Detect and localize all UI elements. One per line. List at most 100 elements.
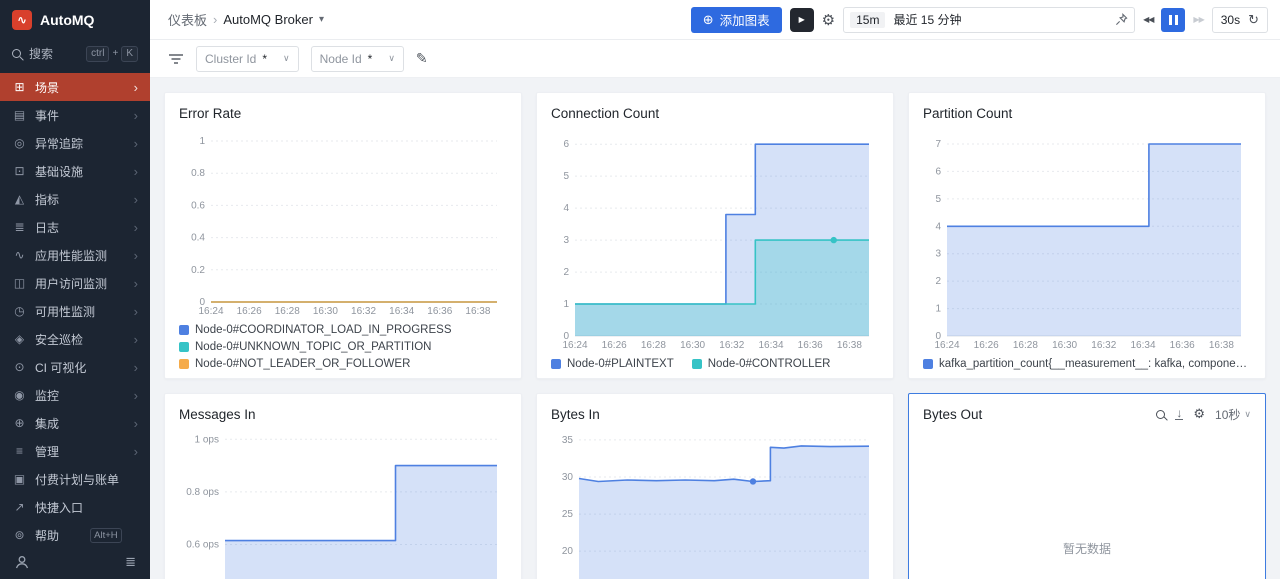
- chart-canvas[interactable]: 1 ops0.8 ops0.6 ops0.4 ops16:2416:2616:2…: [179, 426, 507, 579]
- chart-canvas[interactable]: 00.20.40.60.8116:2416:2616:2816:3016:321…: [179, 125, 507, 318]
- svg-text:1: 1: [935, 304, 941, 315]
- breadcrumb-current[interactable]: AutoMQ Broker: [223, 12, 313, 27]
- svg-text:3: 3: [935, 249, 941, 260]
- sidebar-item-availability[interactable]: ◷ 可用性监测 ›: [0, 297, 150, 325]
- sidebar-item-apm[interactable]: ∿ 应用性能监测 ›: [0, 241, 150, 269]
- panel-header: Partition Count: [923, 103, 1251, 123]
- svg-text:30: 30: [562, 472, 574, 483]
- sidebar-item-billing[interactable]: ▣ 付费计划与账单 ›: [0, 465, 150, 493]
- sidebar-item-help[interactable]: ⊚ 帮助 Alt+H ›: [0, 521, 150, 545]
- svg-text:16:38: 16:38: [837, 340, 862, 351]
- legend-item[interactable]: kafka_partition_count{__measurement__: k…: [923, 358, 1251, 370]
- breadcrumb-root[interactable]: 仪表板: [168, 10, 207, 29]
- pin-icon[interactable]: [1115, 13, 1128, 26]
- pause-button[interactable]: [1161, 8, 1185, 32]
- quick-entry-icon: ↗: [12, 500, 27, 514]
- kbd-plus: +: [112, 48, 118, 59]
- svg-text:16:32: 16:32: [351, 306, 376, 317]
- sidebar-search[interactable]: 搜索 ctrl + K: [0, 38, 150, 69]
- legend-item[interactable]: Node-0#PLAINTEXT: [551, 358, 674, 370]
- node-id-label: Node Id: [320, 52, 362, 66]
- cluster-id-value: *: [262, 52, 267, 66]
- svg-text:0.8 ops: 0.8 ops: [186, 487, 219, 498]
- sidebar-item-user-access[interactable]: ◫ 用户访问监测 ›: [0, 269, 150, 297]
- sidebar-item-tracing[interactable]: ◎ 异常追踪 ›: [0, 129, 150, 157]
- sidebar-item-label: 帮助: [35, 527, 59, 544]
- svg-text:25: 25: [562, 509, 574, 520]
- sidebar-item-metrics[interactable]: ◭ 指标 ›: [0, 185, 150, 213]
- refresh-interval-select[interactable]: 30s ↻: [1212, 7, 1268, 33]
- refresh-icon[interactable]: ↻: [1248, 12, 1259, 28]
- sidebar-item-integration[interactable]: ⊕ 集成 ›: [0, 409, 150, 437]
- sidebar-item-logs[interactable]: ≣ 日志 ›: [0, 213, 150, 241]
- legend-item[interactable]: Node-0#NOT_LEADER_OR_FOLLOWER: [179, 358, 410, 370]
- legend-swatch: [692, 359, 702, 369]
- svg-text:1 ops: 1 ops: [195, 434, 219, 445]
- sidebar-item-infrastructure[interactable]: ⊡ 基础设施 ›: [0, 157, 150, 185]
- filter-icon[interactable]: [168, 52, 184, 66]
- sidebar-item-management[interactable]: ≡ 管理 ›: [0, 437, 150, 465]
- legend-item[interactable]: Node-0#CONTROLLER: [692, 358, 831, 370]
- sidebar-item-label: 基础设施: [35, 163, 83, 180]
- cluster-id-select[interactable]: Cluster Id * ∨: [196, 46, 299, 72]
- time-range-picker[interactable]: 15m 最近 15 分钟: [843, 7, 1135, 33]
- sidebar: ∿ AutoMQ 搜索 ctrl + K ⊞ 场景 › ▤ 事件 › ◎ 异常追…: [0, 0, 150, 579]
- search-label: 搜索: [29, 45, 53, 62]
- menu-list-icon[interactable]: ≣: [125, 554, 136, 570]
- legend-swatch: [179, 342, 189, 352]
- logo[interactable]: ∿ AutoMQ: [0, 0, 150, 38]
- player-icon[interactable]: ▶: [790, 8, 814, 32]
- chevron-right-icon: ›: [134, 360, 138, 375]
- sidebar-item-label: 事件: [35, 107, 59, 124]
- metrics-icon: ◭: [12, 192, 27, 206]
- add-chart-button[interactable]: ⊕ 添加图表: [691, 7, 782, 33]
- node-id-select[interactable]: Node Id * ∨: [311, 46, 404, 72]
- download-icon[interactable]: ↓: [1175, 408, 1183, 420]
- svg-text:16:36: 16:36: [427, 306, 452, 317]
- sidebar-item-ci[interactable]: ⊙ CI 可视化 ›: [0, 353, 150, 381]
- sidebar-item-monitoring[interactable]: ◉ 监控 ›: [0, 381, 150, 409]
- fast-forward-icon[interactable]: ▶▶: [1193, 15, 1203, 24]
- sidebar-item-events[interactable]: ▤ 事件 ›: [0, 101, 150, 129]
- svg-text:16:34: 16:34: [1130, 340, 1155, 351]
- panel-title: Bytes Out: [923, 407, 982, 422]
- screens-icon: ⊞: [12, 80, 27, 94]
- sidebar-item-quick-entry[interactable]: ↗ 快捷入口 ›: [0, 493, 150, 521]
- chevron-down-icon[interactable]: ▾: [319, 14, 324, 25]
- edit-filters-icon[interactable]: ✎: [416, 50, 428, 67]
- svg-text:16:24: 16:24: [934, 340, 959, 351]
- sidebar-item-security[interactable]: ◈ 安全巡检 ›: [0, 325, 150, 353]
- settings-gear-icon[interactable]: ⚙: [822, 11, 835, 29]
- chart-canvas[interactable]: 0123456716:2416:2616:2816:3016:3216:3416…: [923, 125, 1251, 352]
- automq-logo-icon: ∿: [12, 10, 32, 30]
- interval-select[interactable]: 10秒 ∨: [1215, 406, 1251, 423]
- sidebar-item-scenes[interactable]: ⊞ 场景 ›: [0, 73, 150, 101]
- legend-item[interactable]: Node-0#UNKNOWN_TOPIC_OR_PARTITION: [179, 341, 431, 353]
- sidebar-item-label: 场景: [35, 79, 59, 96]
- svg-text:16:26: 16:26: [974, 340, 999, 351]
- chart-canvas[interactable]: 353025201516:2416:2616:2816:3016:3216:34…: [551, 426, 879, 579]
- chart-legend: Node-0#COORDINATOR_LOAD_IN_PROGRESS Node-…: [179, 324, 507, 370]
- chevron-right-icon: ›: [134, 416, 138, 431]
- svg-text:4: 4: [935, 221, 941, 232]
- security-icon: ◈: [12, 332, 27, 346]
- interval-value: 10秒: [1215, 406, 1240, 423]
- ci-icon: ⊙: [12, 360, 27, 374]
- time-range-badge: 15m: [850, 12, 885, 28]
- rewind-icon[interactable]: ◀◀: [1143, 15, 1153, 24]
- chevron-right-icon: ›: [134, 192, 138, 207]
- chart-canvas[interactable]: 012345616:2416:2616:2816:3016:3216:3416:…: [551, 125, 879, 352]
- user-avatar-icon[interactable]: [14, 554, 30, 570]
- panel-partition-count: Partition Count 0123456716:2416:2616:281…: [908, 92, 1266, 379]
- dashboard-content: Error Rate 00.20.40.60.8116:2416:2616:28…: [150, 78, 1280, 579]
- refresh-interval-value: 30s: [1221, 13, 1240, 27]
- legend-label: kafka_partition_count{__measurement__: k…: [939, 358, 1251, 370]
- sidebar-item-label: 集成: [35, 415, 59, 432]
- sidebar-item-label: CI 可视化: [35, 359, 86, 376]
- legend-item[interactable]: Node-0#COORDINATOR_LOAD_IN_PROGRESS: [179, 324, 452, 336]
- tracking-icon: ◎: [12, 136, 27, 150]
- sidebar-item-label: 安全巡检: [35, 331, 83, 348]
- svg-text:16:36: 16:36: [1170, 340, 1195, 351]
- zoom-icon[interactable]: [1156, 410, 1165, 419]
- panel-settings-icon[interactable]: ⚙: [1193, 406, 1205, 422]
